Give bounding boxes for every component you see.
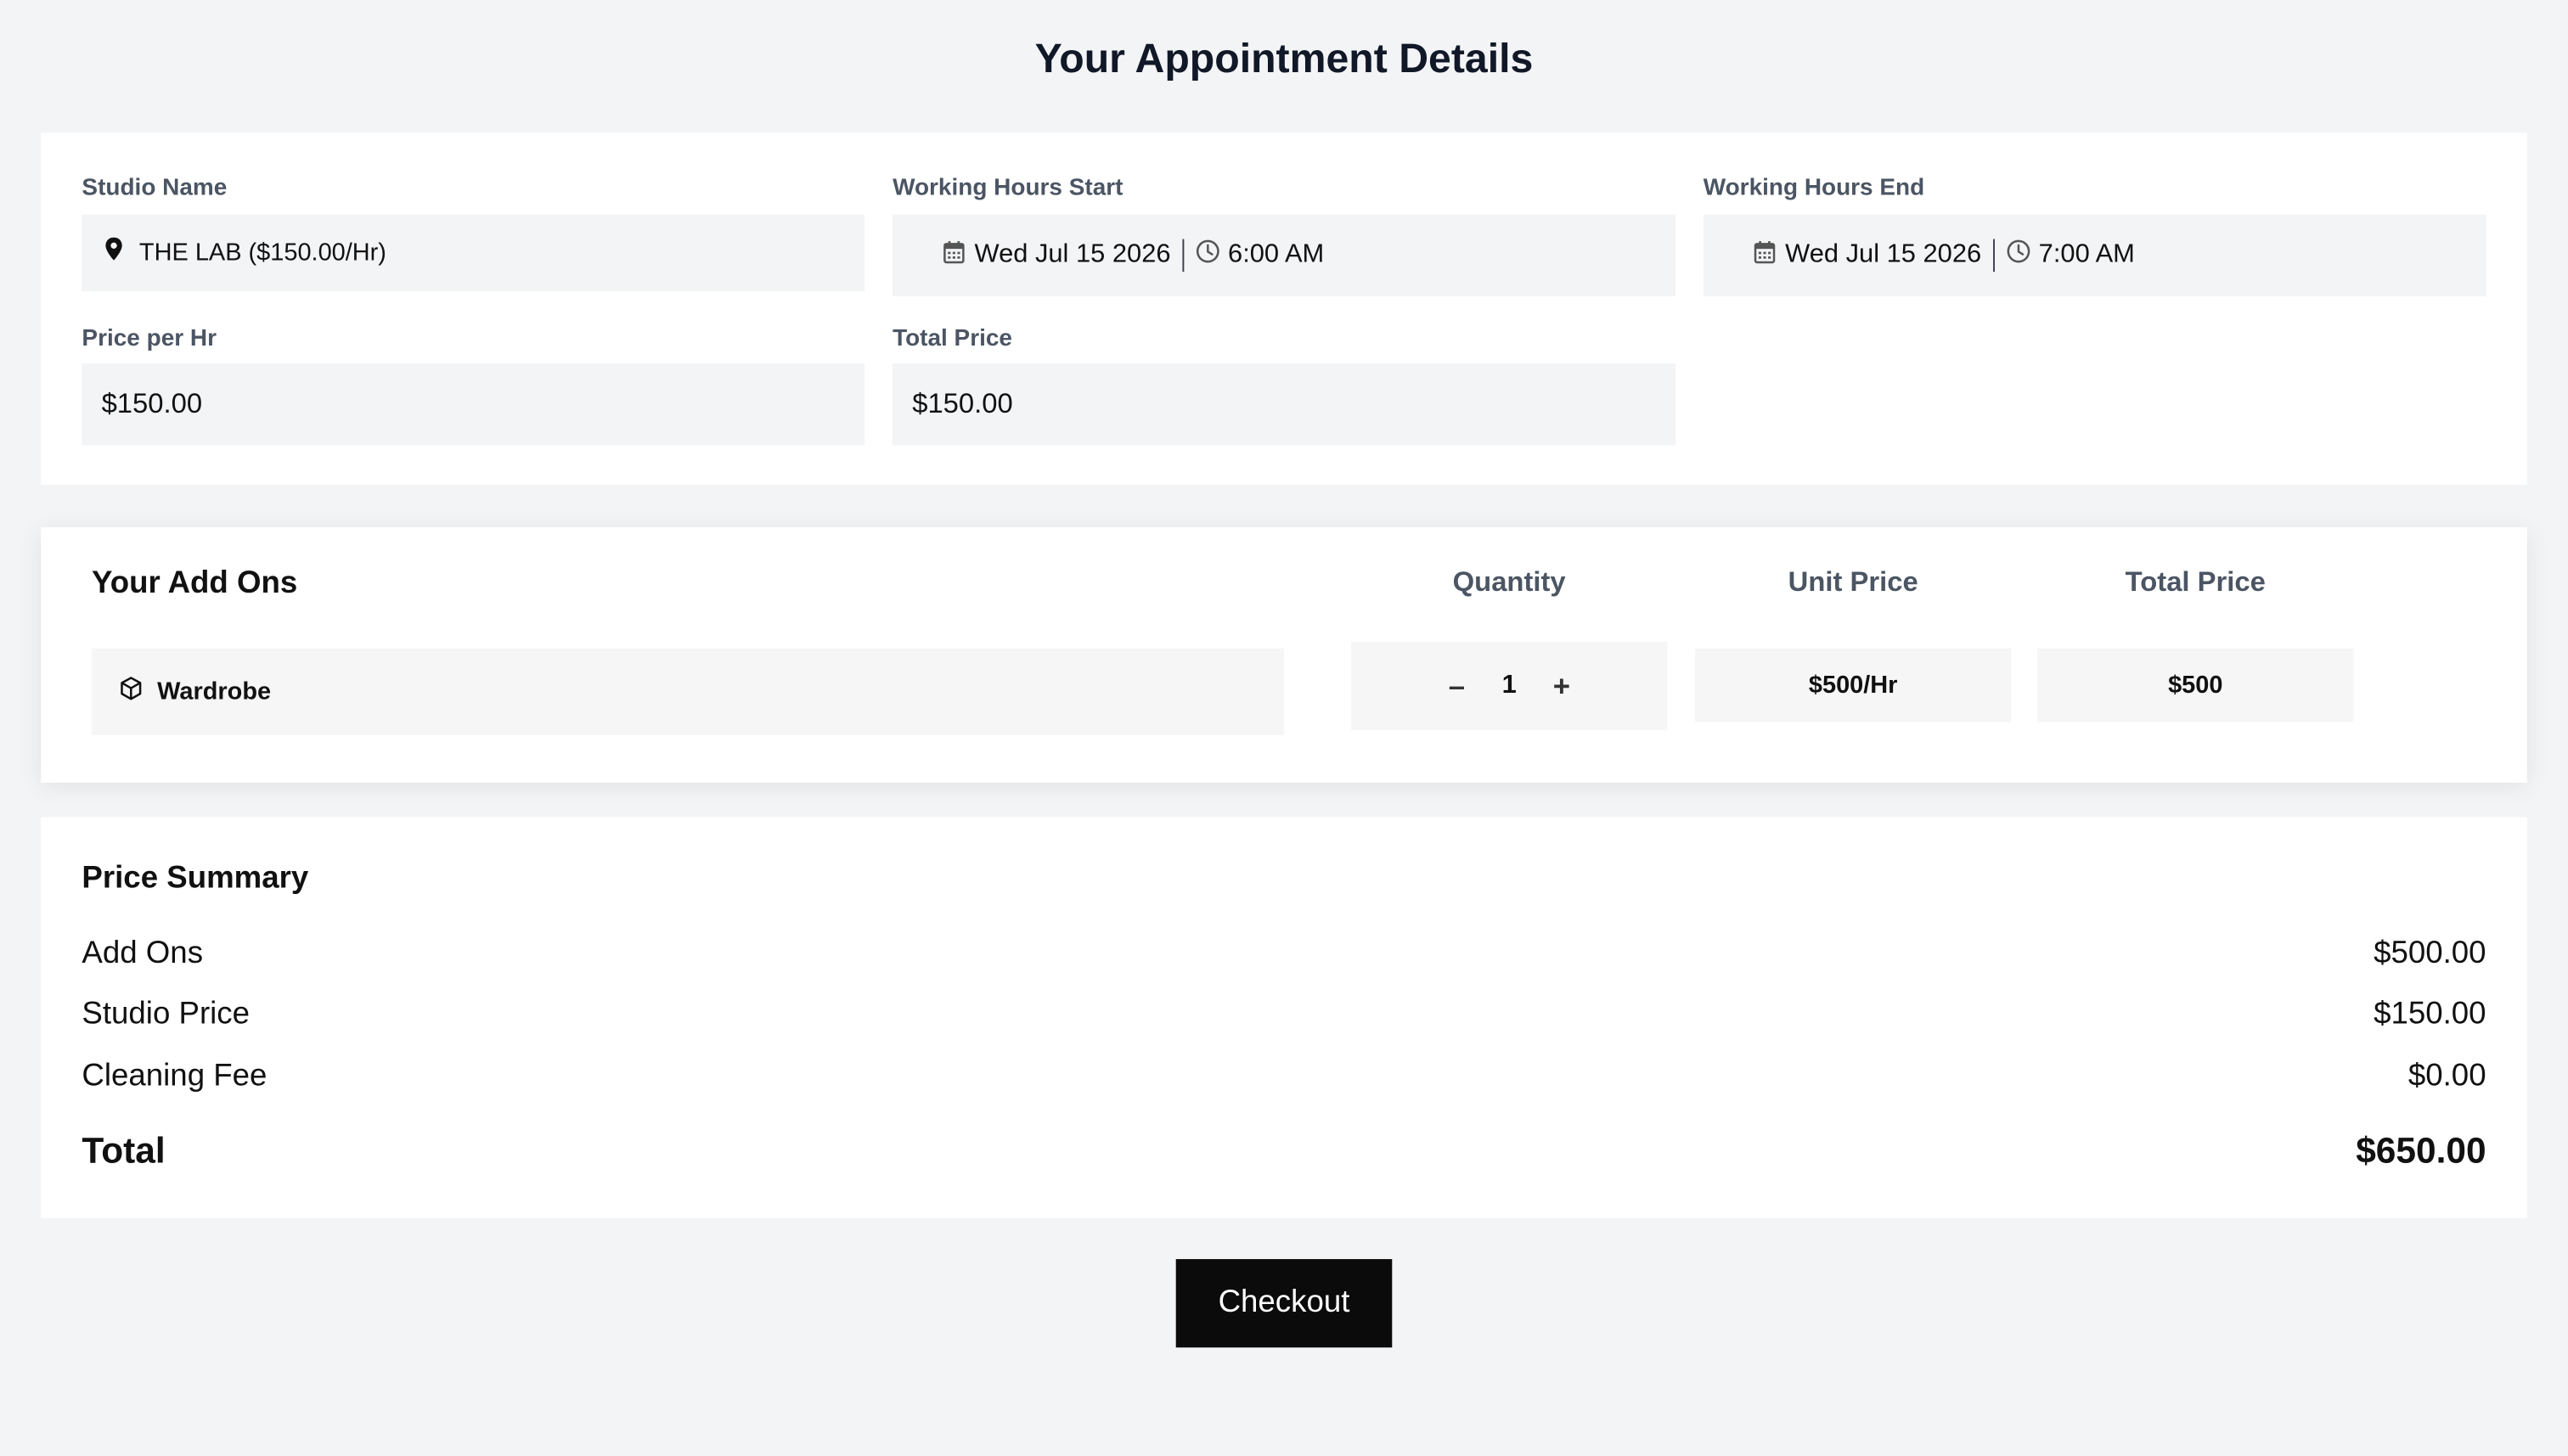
price-summary-card: Price Summary Add Ons $500.00 Studio Pri… [41,817,2527,1218]
checkout-button[interactable]: Checkout [1175,1259,1393,1348]
summary-row-value: $150.00 [2374,997,2486,1032]
hours-start-label: Working Hours Start [893,175,1124,202]
box-icon [120,676,143,707]
quantity-column-header: Quantity [1452,566,1566,598]
total-price-column-header: Total Price [2125,566,2266,598]
map-pin-icon [104,237,122,269]
divider [1992,239,1995,273]
summary-total-row: Total $650.00 [82,1130,2486,1172]
calendar-icon [943,240,965,272]
studio-name-label: Studio Name [82,175,228,202]
hours-end-field[interactable]: Wed Jul 15 2026 7:00 AM [1703,214,2486,297]
calendar-icon [1754,240,1776,272]
total-price-label: Total Price [893,325,1012,352]
total-price-value: $150.00 [912,388,1013,419]
summary-row-cleaning-fee: Cleaning Fee $0.00 [82,1060,2486,1095]
addon-unit-price: $500/Hr [1695,648,2012,722]
appointment-details-card: Studio Name THE LAB ($150.00/Hr) Working… [41,132,2527,485]
addon-total-price: $500 [2037,648,2354,722]
divider [1182,239,1184,273]
summary-row-value: $500.00 [2374,936,2486,971]
page-stage: Your Appointment Details Studio Name THE… [0,0,2568,1455]
addons-title: Your Add Ons [91,566,298,601]
addon-item-name: Wardrobe [91,648,1284,735]
unit-price-column-header: Unit Price [1788,566,1918,598]
hours-end-time: 7:00 AM [2038,240,2135,269]
price-summary-title: Price Summary [82,861,309,896]
summary-row-value: $0.00 [2408,1059,2486,1094]
summary-row-studio-price: Studio Price $150.00 [82,997,2486,1032]
hours-end-date: Wed Jul 15 2026 [1785,240,1982,269]
clock-icon [2006,239,2030,273]
decrement-button[interactable]: – [1437,666,1476,706]
hours-start-time: 6:00 AM [1228,240,1325,269]
page-title: Your Appointment Details [1034,36,1534,82]
quantity-stepper: – 1 + [1351,641,1668,731]
addons-card: Your Add Ons Quantity Unit Price Total P… [41,526,2527,783]
summary-row-addons: Add Ons $500.00 [82,936,2486,972]
summary-row-label: Studio Price [82,997,251,1032]
hours-end-label: Working Hours End [1703,175,1925,202]
price-per-hr-label: Price per Hr [82,325,217,352]
increment-button[interactable]: + [1542,666,1581,706]
quantity-value: 1 [1501,671,1517,700]
studio-name-value: THE LAB ($150.00/Hr) [138,239,386,267]
hours-start-date: Wed Jul 15 2026 [974,240,1171,269]
summary-row-label: Add Ons [82,936,204,971]
summary-total-value: $650.00 [2356,1129,2486,1171]
addon-name-label: Wardrobe [157,677,272,706]
clock-icon [1195,239,1219,273]
price-per-hr-field[interactable]: $150.00 [82,363,865,446]
total-price-field[interactable]: $150.00 [893,363,1675,446]
price-per-hr-value: $150.00 [101,388,203,419]
summary-row-label: Cleaning Fee [82,1059,268,1094]
studio-name-field[interactable]: THE LAB ($150.00/Hr) [82,214,865,292]
hours-start-field[interactable]: Wed Jul 15 2026 6:00 AM [893,214,1675,297]
summary-total-label: Total [82,1129,166,1171]
